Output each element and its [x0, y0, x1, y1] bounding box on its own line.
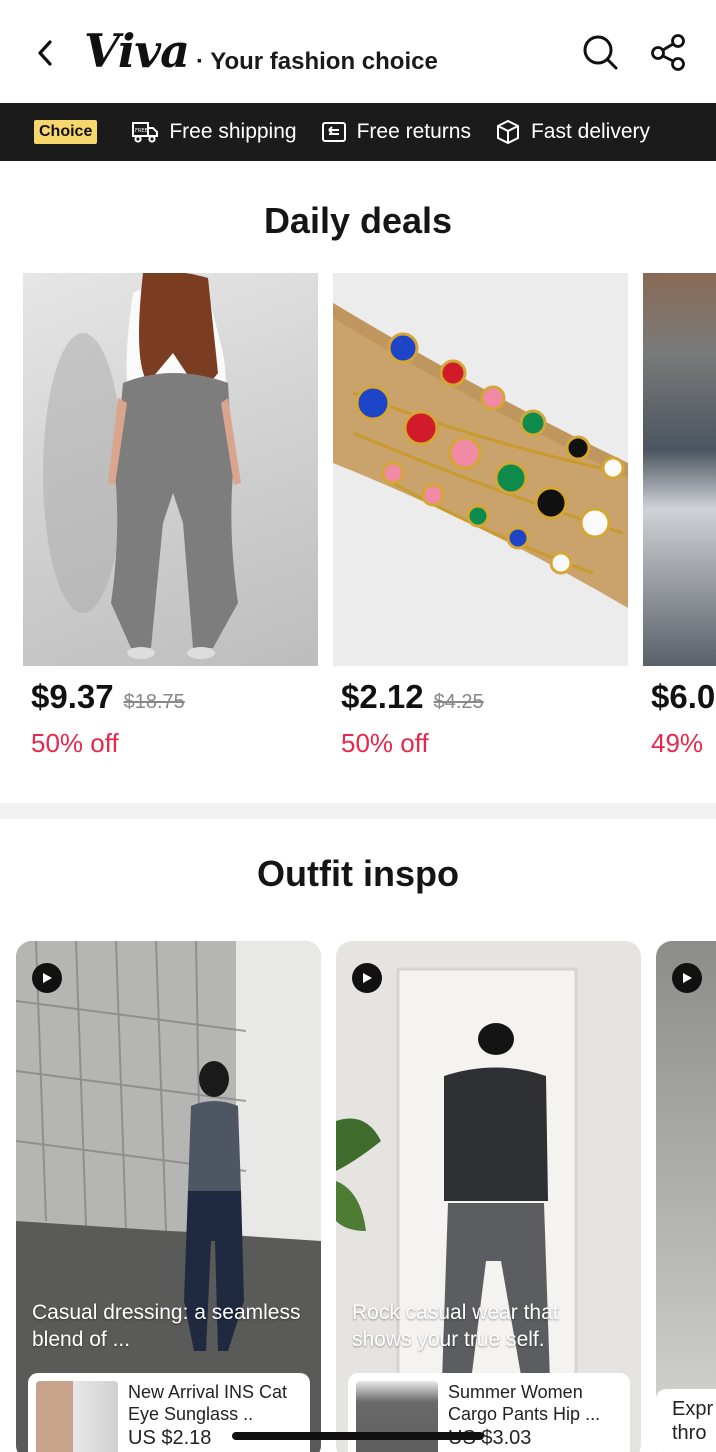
deal-price: $6.0: [651, 678, 716, 715]
search-button[interactable]: [580, 32, 620, 72]
tagged-product-thumbnail: [356, 1381, 438, 1452]
tagged-product-thumbnail: [36, 1381, 118, 1452]
fast-delivery-label: Fast delivery: [530, 120, 651, 143]
tagged-product-info: New Arrival INS Cat Eye Sunglass .. US $…: [128, 1381, 302, 1452]
flare-pants-photo: [43, 273, 241, 659]
free-returns-item: Free returns: [321, 120, 471, 144]
deal-price-row: $9.37 $18.75: [23, 678, 318, 716]
tagged-product-chip[interactable]: Summer Women Cargo Pants Hip ... US $3.0…: [348, 1373, 630, 1452]
outfit-card[interactable]: Casual dressing: a seamless blend of ...…: [16, 941, 321, 1452]
outfit-photo: [656, 941, 716, 1452]
free-shipping-label: Free shipping: [169, 120, 297, 143]
deal-original-price: $4.25: [433, 691, 484, 713]
share-icon: [651, 34, 685, 71]
daily-deals-title: Daily deals: [263, 200, 453, 241]
play-button[interactable]: [352, 963, 382, 993]
fast-delivery-item: Fast delivery: [495, 119, 650, 145]
choice-benefits-bar[interactable]: Choice FREE Free shipping Free returns F…: [0, 103, 716, 161]
search-icon: [583, 35, 618, 70]
tagged-product-title: Expr thro: [672, 1398, 714, 1444]
outfit-caption: Rock casual wear that shows your true se…: [352, 1301, 559, 1351]
deal-price: $9.37: [31, 678, 114, 715]
home-indicator[interactable]: [232, 1432, 484, 1440]
box-icon: [496, 119, 519, 145]
outfit-caption: Casual dressing: a seamless blend of ...: [32, 1301, 301, 1351]
svg-text:FREE: FREE: [135, 128, 148, 134]
brand-tagline: · Your fashion choice: [196, 48, 438, 75]
choice-badge: Choice: [34, 120, 98, 144]
tagged-product-chip[interactable]: Expr thro: [656, 1389, 716, 1452]
back-button[interactable]: [30, 36, 60, 70]
play-icon: [363, 973, 372, 983]
outfit-card[interactable]: Rock casual wear that shows your true se…: [336, 941, 641, 1452]
deal-original-price: $18.75: [123, 691, 185, 713]
deal-card[interactable]: $6.0 49%: [643, 273, 716, 759]
deal-product-image[interactable]: [23, 273, 318, 666]
tagged-product-chip[interactable]: New Arrival INS Cat Eye Sunglass .. US $…: [28, 1373, 310, 1452]
play-button[interactable]: [672, 963, 702, 993]
deal-price: $2.12: [341, 678, 424, 715]
deal-price-row: $2.12 $4.25: [333, 678, 628, 716]
deal-price-row: $6.0: [643, 678, 716, 716]
app-header: Viva · Your fashion choice: [0, 0, 716, 104]
brand-logo: Viva: [84, 24, 190, 78]
deal-discount: 49%: [651, 728, 704, 758]
play-icon: [43, 973, 52, 983]
tagged-product-title: Summer Women Cargo Pants Hip ...: [448, 1382, 601, 1424]
truck-icon: FREE: [132, 122, 159, 143]
free-shipping-item: FREE Free shipping: [131, 120, 297, 144]
share-button[interactable]: [648, 32, 688, 72]
section-divider: [0, 803, 716, 819]
play-icon: [683, 973, 692, 983]
deal-discount: 50% off: [341, 728, 429, 758]
outfit-inspo-title: Outfit inspo: [257, 853, 459, 894]
deal-card[interactable]: $9.37 $18.75 50% off: [23, 273, 318, 759]
deal-product-image[interactable]: [333, 273, 628, 666]
deal-discount: 50% off: [31, 728, 119, 758]
return-icon: [321, 122, 346, 142]
tagged-product-info: Summer Women Cargo Pants Hip ... US $3.0…: [448, 1381, 622, 1452]
outfit-card[interactable]: Expr thro: [656, 941, 716, 1452]
back-arrow-icon: [38, 40, 52, 66]
deal-card[interactable]: $2.12 $4.25 50% off: [333, 273, 628, 759]
play-button[interactable]: [32, 963, 62, 993]
bracelet-photo: [333, 303, 628, 608]
deal-product-image[interactable]: [643, 273, 716, 666]
tagged-product-title: New Arrival INS Cat Eye Sunglass ..: [128, 1382, 288, 1424]
free-returns-label: Free returns: [356, 120, 471, 143]
